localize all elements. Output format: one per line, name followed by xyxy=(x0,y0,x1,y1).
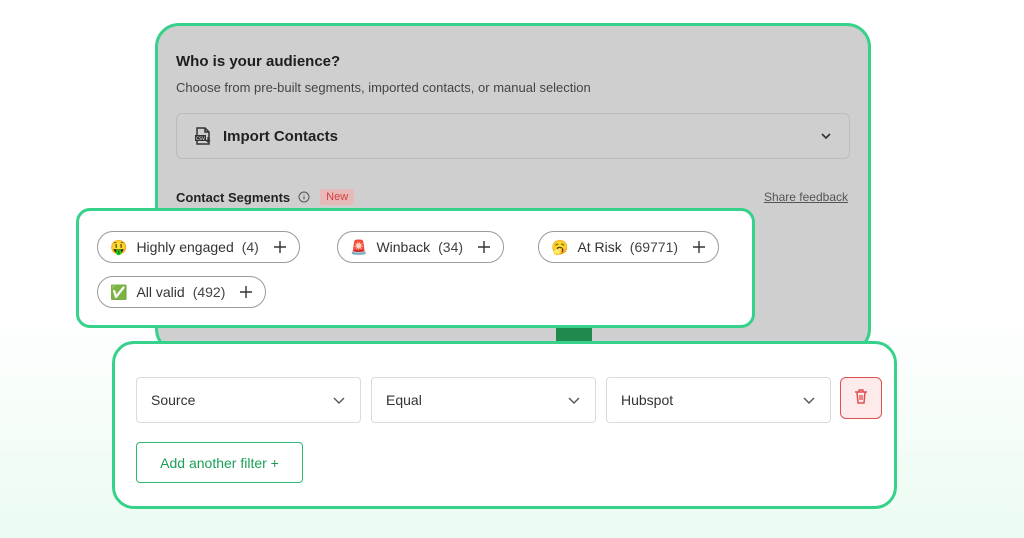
svg-text:CSV: CSV xyxy=(196,136,206,142)
segment-chip-count: (4) xyxy=(241,239,259,255)
import-contacts-label: Import Contacts xyxy=(223,127,339,145)
filter-value-select[interactable]: Hubspot xyxy=(606,377,831,423)
plus-icon xyxy=(239,285,253,299)
share-feedback-link[interactable]: Share feedback xyxy=(764,190,848,204)
filter-field-select[interactable]: Source xyxy=(136,377,361,423)
segment-chip-count: (69771) xyxy=(629,239,679,255)
plus-icon xyxy=(692,240,706,254)
filter-panel: Source Equal Hubspot Add another filter … xyxy=(112,341,897,509)
new-badge: New xyxy=(320,189,355,205)
chevron-down-icon xyxy=(567,393,581,407)
csv-file-icon: CSV xyxy=(193,126,213,146)
segment-chip-count: (492) xyxy=(192,284,226,300)
chevron-down-icon xyxy=(332,393,346,407)
segments-chip-panel: 🤑 Highly engaged (4) 🚨 Winback (34) 🥱 At… xyxy=(76,208,755,328)
filter-field-value: Source xyxy=(151,392,196,408)
segment-chip-winback[interactable]: 🚨 Winback (34) xyxy=(337,231,505,263)
import-contacts-dropdown[interactable]: CSV Import Contacts xyxy=(176,113,850,159)
plus-icon xyxy=(477,240,491,254)
contact-segments-header: Contact Segments New Share feedback xyxy=(176,187,848,207)
contact-segments-label: Contact Segments xyxy=(176,189,291,205)
trash-icon xyxy=(852,387,870,410)
segment-chip-label: At Risk xyxy=(577,239,622,255)
chevron-down-icon xyxy=(802,393,816,407)
filter-value-value: Hubspot xyxy=(621,392,674,408)
segment-chip-label: Highly engaged xyxy=(136,239,234,255)
siren-icon: 🚨 xyxy=(350,239,368,255)
delete-filter-button[interactable] xyxy=(840,377,882,419)
add-filter-button[interactable]: Add another filter + xyxy=(136,442,303,483)
yawning-face-icon: 🥱 xyxy=(551,239,569,255)
audience-title: Who is your audience? xyxy=(176,53,341,70)
filter-operator-value: Equal xyxy=(386,392,422,408)
audience-subtitle: Choose from pre-built segments, imported… xyxy=(176,80,591,95)
segment-chip-all-valid[interactable]: ✅ All valid (492) xyxy=(97,276,267,308)
segment-chip-at-risk[interactable]: 🥱 At Risk (69771) xyxy=(538,231,720,263)
segment-chip-label: All valid xyxy=(136,284,185,300)
filter-operator-select[interactable]: Equal xyxy=(371,377,596,423)
segment-chip-count: (34) xyxy=(438,239,464,255)
info-icon[interactable] xyxy=(298,191,310,203)
check-mark-icon: ✅ xyxy=(110,284,128,300)
plus-icon xyxy=(273,240,287,254)
segment-chip-label: Winback xyxy=(376,239,431,255)
segment-chip-highly-engaged[interactable]: 🤑 Highly engaged (4) xyxy=(97,231,300,263)
money-face-icon: 🤑 xyxy=(110,239,128,255)
chevron-down-icon xyxy=(819,129,833,143)
